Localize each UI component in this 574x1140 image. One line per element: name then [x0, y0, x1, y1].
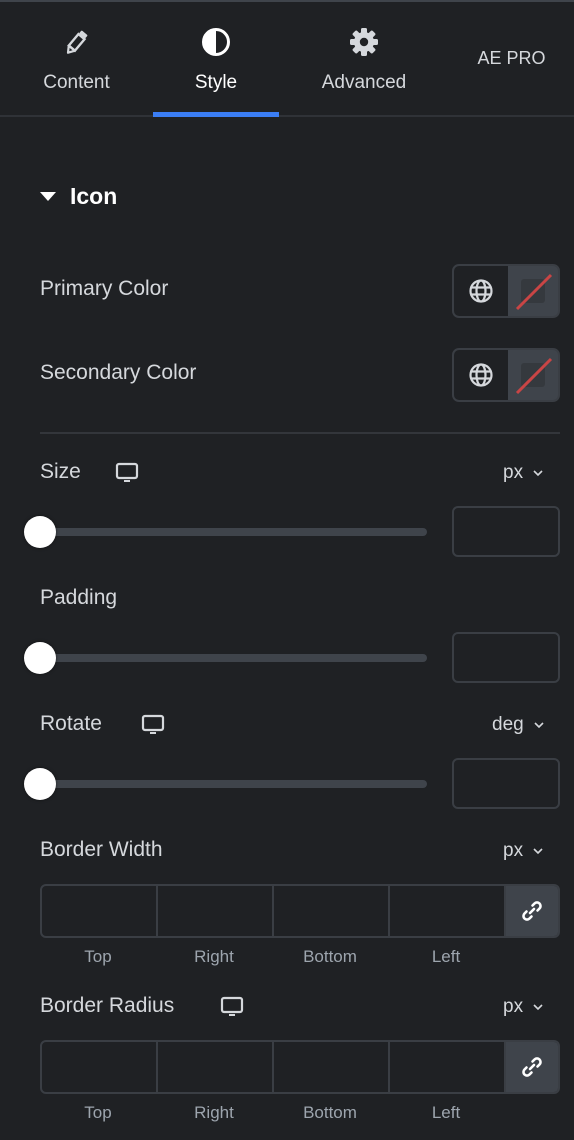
- field-label-top: Top: [84, 1103, 112, 1122]
- pencil-icon: [63, 26, 91, 58]
- border-width-fields: [40, 884, 560, 938]
- unit-value: deg: [492, 714, 524, 735]
- tab-ae-pro[interactable]: AE PRO: [449, 2, 574, 117]
- rotate-slider-handle[interactable]: [24, 768, 56, 800]
- unit-value: px: [503, 462, 524, 483]
- field-label-right: Right: [194, 1103, 234, 1122]
- secondary-color-control: [452, 348, 560, 402]
- desktop-responsive-icon[interactable]: [141, 714, 165, 741]
- primary-color-label: Primary Color: [40, 277, 169, 300]
- field-label-bottom: Bottom: [303, 947, 357, 966]
- size-slider-handle[interactable]: [24, 516, 56, 548]
- border-radius-right-input[interactable]: [158, 1042, 274, 1092]
- border-width-top-input[interactable]: [42, 886, 158, 936]
- border-radius-label: Border Radius: [40, 994, 175, 1017]
- border-width-unit-select[interactable]: px: [503, 840, 543, 862]
- primary-color-picker[interactable]: [508, 266, 558, 316]
- chevron-down-icon: [533, 1003, 543, 1010]
- tab-label: Style: [194, 72, 238, 93]
- no-color-slash-icon: [515, 357, 553, 395]
- padding-input[interactable]: [452, 632, 560, 683]
- field-label-left: Left: [431, 1103, 461, 1122]
- tab-content[interactable]: Content: [0, 2, 153, 117]
- tab-label: AE PRO: [477, 48, 546, 68]
- border-radius-unit-select[interactable]: px: [503, 996, 543, 1018]
- tab-style[interactable]: Style: [153, 2, 279, 117]
- panel-tabs: Content Style Advanced AE PRO: [0, 2, 574, 117]
- desktop-responsive-icon[interactable]: [220, 996, 244, 1023]
- border-width-right-input[interactable]: [158, 886, 274, 936]
- border-width-field-labels: Top Right Bottom Left: [40, 947, 504, 967]
- field-label-left: Left: [431, 947, 461, 966]
- field-label-bottom: Bottom: [303, 1103, 357, 1122]
- border-radius-left-input[interactable]: [390, 1042, 506, 1092]
- secondary-color-label: Secondary Color: [40, 361, 197, 384]
- divider: [40, 432, 560, 434]
- size-label: Size: [40, 460, 81, 483]
- unit-value: px: [503, 996, 524, 1017]
- section-icon-toggle[interactable]: Icon: [40, 180, 117, 212]
- border-radius-bottom-input[interactable]: [274, 1042, 390, 1092]
- global-colors-button[interactable]: [454, 350, 508, 400]
- padding-label: Padding: [40, 586, 118, 609]
- padding-slider-handle[interactable]: [24, 642, 56, 674]
- unit-value: px: [503, 840, 524, 861]
- link-icon: [522, 1057, 542, 1077]
- border-radius-field-labels: Top Right Bottom Left: [40, 1103, 504, 1123]
- border-width-bottom-input[interactable]: [274, 886, 390, 936]
- link-values-button[interactable]: [506, 886, 558, 936]
- size-unit-select[interactable]: px: [503, 462, 543, 484]
- field-label-right: Right: [194, 947, 234, 966]
- globe-icon: [469, 363, 493, 387]
- chevron-down-icon: [533, 847, 543, 854]
- desktop-responsive-icon[interactable]: [115, 462, 139, 489]
- secondary-color-picker[interactable]: [508, 350, 558, 400]
- primary-color-control: [452, 264, 560, 318]
- padding-slider[interactable]: [40, 654, 427, 662]
- border-radius-top-input[interactable]: [42, 1042, 158, 1092]
- border-width-label: Border Width: [40, 838, 163, 861]
- no-color-slash-icon: [515, 273, 553, 311]
- size-slider[interactable]: [40, 528, 427, 536]
- globe-icon: [469, 279, 493, 303]
- border-radius-fields: [40, 1040, 560, 1094]
- chevron-down-icon: [534, 721, 544, 728]
- caret-down-icon: [40, 191, 56, 201]
- chevron-down-icon: [533, 469, 543, 476]
- field-label-top: Top: [84, 947, 112, 966]
- half-circle-icon: [201, 26, 231, 58]
- global-colors-button[interactable]: [454, 266, 508, 316]
- size-input[interactable]: [452, 506, 560, 557]
- rotate-label: Rotate: [40, 712, 102, 735]
- rotate-slider[interactable]: [40, 780, 427, 788]
- rotate-unit-select[interactable]: deg: [492, 714, 544, 736]
- rotate-input[interactable]: [452, 758, 560, 809]
- gear-icon: [349, 26, 379, 58]
- section-title: Icon: [70, 182, 118, 209]
- tab-label: Content: [43, 72, 110, 93]
- tab-advanced[interactable]: Advanced: [279, 2, 449, 117]
- border-width-left-input[interactable]: [390, 886, 506, 936]
- tab-label: Advanced: [321, 72, 407, 93]
- link-values-button[interactable]: [506, 1042, 558, 1092]
- link-icon: [522, 901, 542, 921]
